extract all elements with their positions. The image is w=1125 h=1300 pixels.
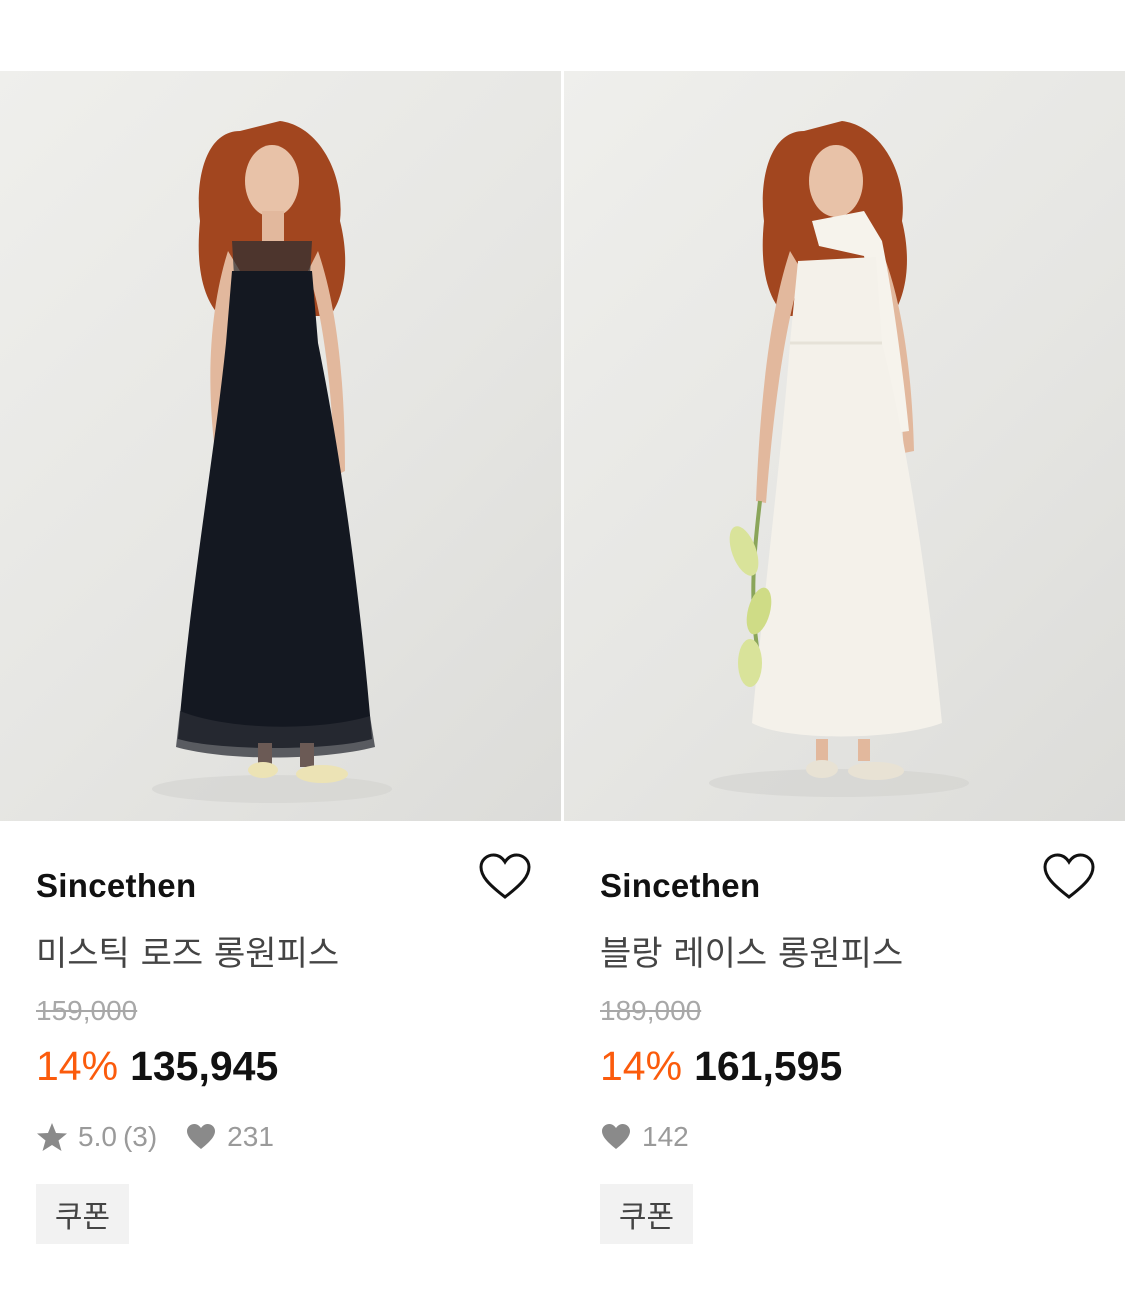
sale-price: 161,595: [694, 1043, 843, 1089]
likes-group: 142: [600, 1121, 689, 1153]
product-card[interactable]: Sincethen 미스틱 로즈 롱원피스 159,000 14% 135,945…: [0, 71, 561, 1244]
coupon-badge: 쿠폰: [600, 1184, 693, 1244]
rating-group: 5.0 (3): [36, 1121, 157, 1153]
review-count: (3): [122, 1121, 158, 1152]
product-image[interactable]: [0, 71, 561, 821]
model-white-dress-illustration: [709, 121, 969, 797]
product-image[interactable]: [564, 71, 1125, 821]
model-black-dress-illustration: [152, 121, 392, 803]
product-stats: 5.0 (3) 231: [36, 1121, 302, 1153]
coupon-badge: 쿠폰: [36, 1184, 129, 1244]
star-icon: [36, 1122, 68, 1152]
original-price: 189,000: [600, 995, 702, 1026]
price-row: 14% 135,945: [36, 1043, 278, 1090]
original-price: 159,000: [36, 995, 138, 1026]
likes-group: 231: [185, 1121, 274, 1153]
likes-count: 142: [642, 1121, 689, 1152]
discount-rate: 14%: [600, 1043, 683, 1089]
heart-filled-icon: [185, 1122, 217, 1152]
wishlist-heart-icon[interactable]: [478, 853, 532, 903]
brand-name[interactable]: Sincethen: [36, 867, 196, 905]
product-stats: 142: [600, 1121, 717, 1153]
price-row: 14% 161,595: [600, 1043, 842, 1090]
sale-price: 135,945: [130, 1043, 279, 1089]
wishlist-heart-icon[interactable]: [1042, 853, 1096, 903]
product-name[interactable]: 미스틱 로즈 롱원피스: [36, 926, 339, 975]
likes-count: 231: [227, 1121, 274, 1152]
product-name[interactable]: 블랑 레이스 롱원피스: [600, 926, 903, 975]
product-card[interactable]: Sincethen 블랑 레이스 롱원피스 189,000 14% 161,595…: [564, 71, 1125, 1244]
heart-filled-icon: [600, 1122, 632, 1152]
brand-name[interactable]: Sincethen: [600, 867, 760, 905]
discount-rate: 14%: [36, 1043, 119, 1089]
rating-value: 5.0: [78, 1121, 117, 1152]
